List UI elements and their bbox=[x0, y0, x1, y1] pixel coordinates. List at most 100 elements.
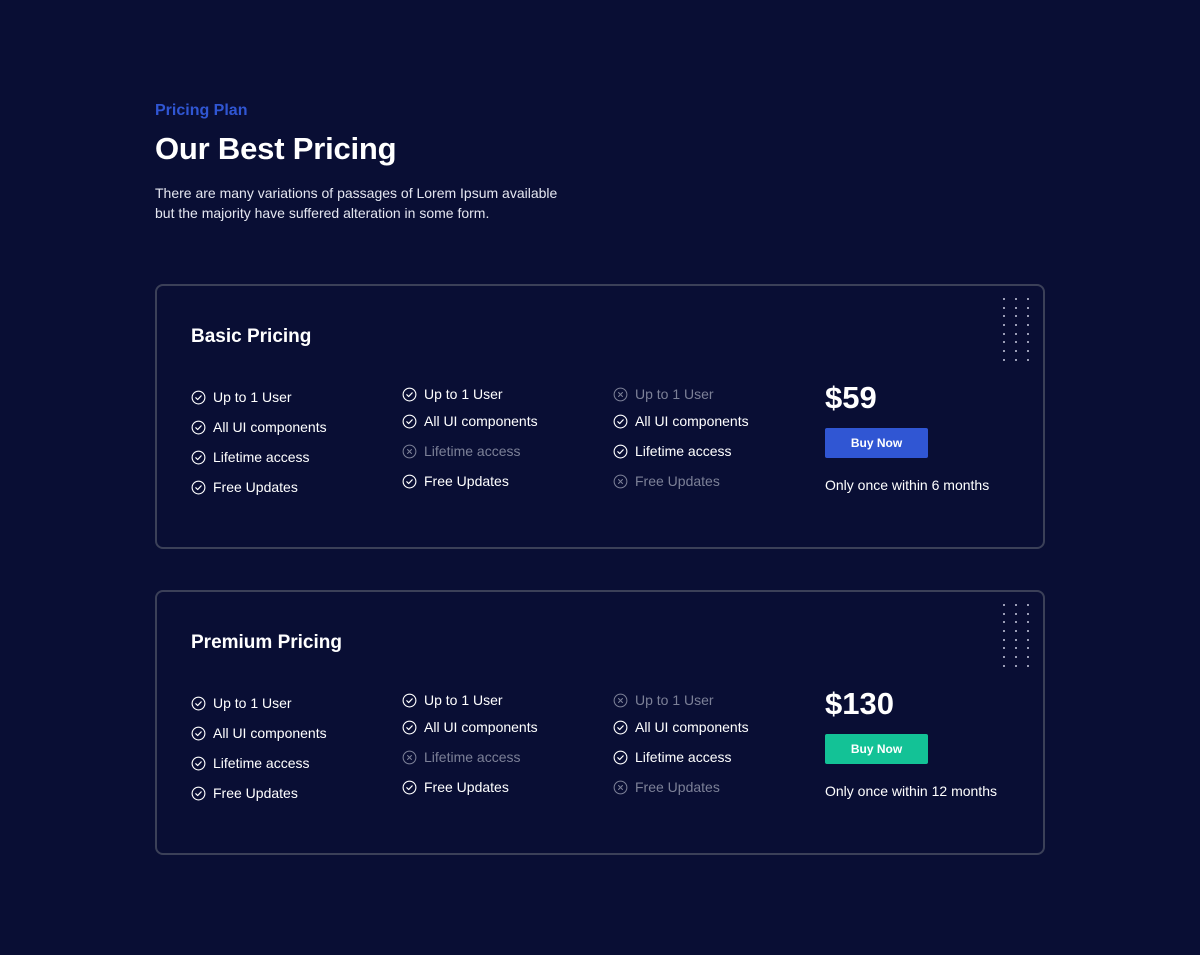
feature-label: Free Updates bbox=[213, 479, 298, 495]
dot bbox=[1027, 621, 1029, 624]
feature-column: Up to 1 User All UI components Lifetime ac… bbox=[613, 688, 749, 802]
feature-column: Up to 1 User All UI components Lifetime ac… bbox=[402, 382, 538, 496]
dot bbox=[1015, 315, 1017, 318]
dot bbox=[1003, 298, 1005, 300]
check-circle-icon bbox=[613, 750, 628, 765]
dot bbox=[1015, 638, 1017, 641]
feature-item: All UI components bbox=[613, 406, 749, 436]
buy-now-button[interactable]: Buy Now bbox=[825, 428, 928, 458]
dots-decoration bbox=[1003, 298, 1029, 361]
feature-item: Free Updates bbox=[191, 778, 327, 808]
feature-label: Free Updates bbox=[424, 473, 509, 489]
dot bbox=[1003, 306, 1005, 309]
buy-now-button[interactable]: Buy Now bbox=[825, 734, 928, 764]
dot bbox=[1003, 621, 1005, 624]
feature-label: Lifetime access bbox=[213, 755, 310, 771]
feature-label: Lifetime access bbox=[424, 749, 521, 765]
intro-section: Pricing Plan Our Best Pricing There are … bbox=[155, 101, 595, 223]
dot bbox=[1003, 324, 1005, 327]
feature-label: All UI components bbox=[424, 719, 538, 735]
dot bbox=[1015, 621, 1017, 624]
x-circle-icon bbox=[613, 693, 628, 708]
x-circle-icon bbox=[613, 387, 628, 402]
check-circle-icon bbox=[402, 387, 417, 402]
feature-item: Up to 1 User bbox=[191, 382, 327, 412]
dot bbox=[1027, 298, 1029, 300]
x-circle-icon bbox=[402, 444, 417, 459]
feature-item: All UI components bbox=[191, 718, 327, 748]
dot bbox=[1015, 604, 1017, 606]
check-circle-icon bbox=[402, 414, 417, 429]
feature-label: Up to 1 User bbox=[635, 692, 714, 708]
feature-label: Free Updates bbox=[635, 779, 720, 795]
dot bbox=[1015, 656, 1017, 659]
dot bbox=[1015, 350, 1017, 353]
dot bbox=[1003, 656, 1005, 659]
dot bbox=[1003, 664, 1005, 667]
check-circle-icon bbox=[191, 756, 206, 771]
plan-note: Only once within 6 months bbox=[825, 477, 990, 493]
feature-label: Up to 1 User bbox=[213, 695, 292, 711]
dots-decoration bbox=[1003, 604, 1029, 667]
feature-item: Free Updates bbox=[402, 772, 538, 802]
feature-label: Up to 1 User bbox=[213, 389, 292, 405]
feature-item: All UI components bbox=[402, 406, 538, 436]
feature-label: Free Updates bbox=[424, 779, 509, 795]
check-circle-icon bbox=[402, 693, 417, 708]
feature-item: Up to 1 User bbox=[402, 382, 538, 406]
dot bbox=[1027, 332, 1029, 335]
feature-item: All UI components bbox=[613, 712, 749, 742]
plan-title: Premium Pricing bbox=[191, 632, 342, 653]
dot bbox=[1003, 630, 1005, 633]
feature-label: Free Updates bbox=[635, 473, 720, 489]
feature-label: All UI components bbox=[424, 413, 538, 429]
dot bbox=[1027, 324, 1029, 327]
dot bbox=[1027, 315, 1029, 318]
dot bbox=[1003, 315, 1005, 318]
feature-label: All UI components bbox=[213, 419, 327, 435]
pricing-page: Pricing Plan Our Best Pricing There are … bbox=[0, 0, 1200, 955]
description-line: There are many variations of passages of… bbox=[155, 185, 558, 201]
dot bbox=[1027, 630, 1029, 633]
dot bbox=[1027, 612, 1029, 615]
feature-label: Lifetime access bbox=[213, 449, 310, 465]
dot bbox=[1027, 358, 1029, 361]
check-circle-icon bbox=[402, 780, 417, 795]
feature-column: Up to 1 User All UI components Lifetime ac… bbox=[613, 382, 749, 496]
feature-column: Up to 1 User All UI components Lifetime ac… bbox=[191, 382, 327, 502]
dot bbox=[1015, 664, 1017, 667]
x-circle-icon bbox=[613, 780, 628, 795]
feature-item: All UI components bbox=[402, 712, 538, 742]
price-area: $59 Buy Now Only once within 6 months bbox=[825, 378, 989, 494]
x-circle-icon bbox=[402, 750, 417, 765]
dot bbox=[1003, 647, 1005, 650]
dot bbox=[1015, 358, 1017, 361]
feature-item: All UI components bbox=[191, 412, 327, 442]
feature-item: Free Updates bbox=[402, 466, 538, 496]
dot bbox=[1003, 604, 1005, 606]
plan-price: $130 bbox=[825, 686, 894, 721]
feature-item: Up to 1 User bbox=[613, 382, 749, 406]
dot bbox=[1027, 350, 1029, 353]
dot bbox=[1027, 604, 1029, 606]
plan-card-premium: Premium Pricing Up to 1 User All UI compo… bbox=[155, 590, 1045, 855]
feature-label: Up to 1 User bbox=[424, 692, 503, 708]
feature-item: Free Updates bbox=[613, 772, 749, 802]
feature-item: Free Updates bbox=[613, 466, 749, 496]
feature-item: Lifetime access bbox=[191, 442, 327, 472]
feature-label: All UI components bbox=[635, 413, 749, 429]
dot bbox=[1027, 638, 1029, 641]
dot bbox=[1003, 358, 1005, 361]
dot bbox=[1003, 612, 1005, 615]
plan-note: Only once within 12 months bbox=[825, 783, 997, 799]
check-circle-icon bbox=[191, 696, 206, 711]
dot bbox=[1015, 324, 1017, 327]
dot bbox=[1027, 656, 1029, 659]
check-circle-icon bbox=[191, 450, 206, 465]
feature-item: Up to 1 User bbox=[191, 688, 327, 718]
plan-price: $59 bbox=[825, 380, 877, 415]
check-circle-icon bbox=[402, 720, 417, 735]
feature-column: Up to 1 User All UI components Lifetime ac… bbox=[191, 688, 327, 808]
page-title: Our Best Pricing bbox=[155, 131, 397, 166]
feature-item: Free Updates bbox=[191, 472, 327, 502]
